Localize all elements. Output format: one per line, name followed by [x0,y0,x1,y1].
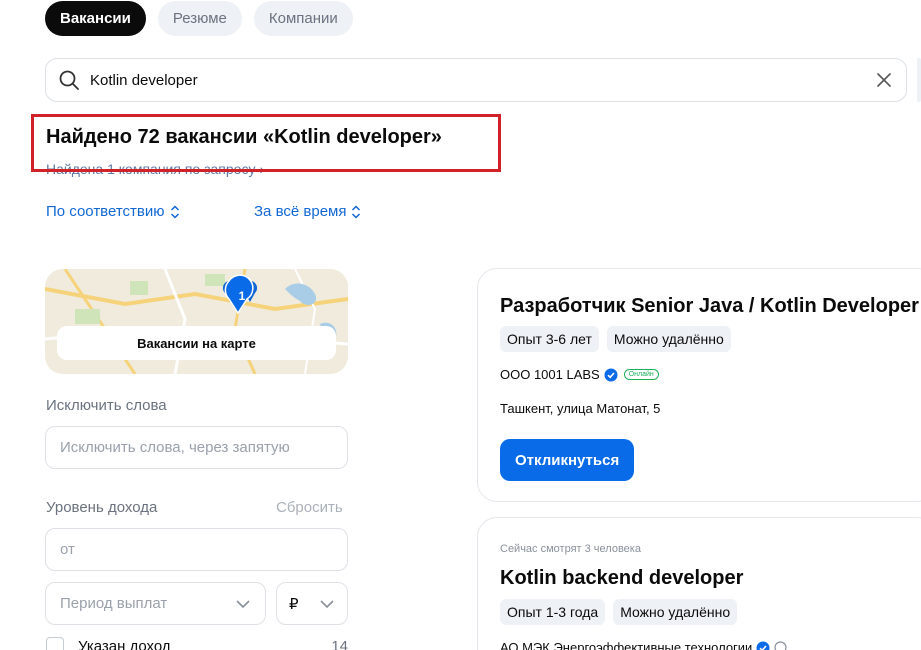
verified-badge-icon [756,641,770,650]
income-specified-filter[interactable]: Указан доход 14 [46,637,348,650]
award-icon [774,641,787,650]
currency-select[interactable]: ₽ [276,582,348,625]
exclude-words-input[interactable] [60,439,333,456]
sort-relevance-label: По соответствию [46,203,165,220]
online-badge: Онлайн [623,369,659,380]
remote-chip: Можно удалённо [606,326,731,352]
chevron-down-icon [320,599,334,608]
vacancy-card[interactable]: Разработчик Senior Java / Kotlin Develop… [477,268,921,502]
vacancy-title[interactable]: Kotlin backend developer [500,567,743,590]
verified-badge-icon [604,368,618,381]
payment-period-select[interactable]: Период выплат [45,582,266,625]
reset-income-link[interactable]: Сбросить [276,499,343,516]
income-specified-count: 14 [331,637,348,650]
annotation-highlight-box [31,114,501,172]
employer-name[interactable]: АО МЭК Энергоэффективные технологии [500,640,752,650]
exclude-words-label: Исключить слова [46,397,167,414]
sort-relevance-dropdown[interactable]: По соответствию [46,203,180,220]
apply-button[interactable]: Откликнуться [500,439,635,481]
tab-vacancies[interactable]: Вакансии [45,1,146,36]
sort-period-dropdown[interactable]: За всё время [254,203,361,220]
map-button[interactable]: Вакансии на карте [57,326,336,360]
employer-name[interactable]: ООО 1001 LABS [500,367,600,382]
vacancy-title[interactable]: Разработчик Senior Java / Kotlin Develop… [500,295,919,318]
income-from-field [45,528,348,571]
close-icon[interactable] [874,70,894,90]
income-from-input[interactable] [60,541,333,558]
sort-period-label: За всё время [254,203,347,220]
exclude-words-field [45,426,348,469]
search-input[interactable] [90,71,874,89]
scrollbar [917,58,921,102]
tab-resumes[interactable]: Резюме [157,1,242,36]
search-bar [45,58,907,102]
employer-row: АО МЭК Энергоэффективные технологии [500,640,787,650]
sort-toggle-icon [170,204,179,219]
income-specified-checkbox[interactable] [46,637,64,650]
payment-period-placeholder: Период выплат [60,595,168,612]
viewers-count: Сейчас смотрят 3 человека [500,543,641,555]
search-type-tabs: Вакансии Резюме Компании [45,1,353,36]
tab-companies[interactable]: Компании [253,1,353,36]
chevron-down-icon [236,599,250,608]
employer-row: ООО 1001 LABS Онлайн [500,367,659,382]
search-icon [59,70,79,90]
vacancy-address: Ташкент, улица Матонат, 5 [500,401,661,416]
vacancy-card[interactable]: Сейчас смотрят 3 человека Kotlin backend… [477,517,921,650]
sort-toggle-icon [352,204,361,219]
vacancy-tags: Опыт 3-6 лет Можно удалённо [500,326,731,352]
vacancies-map-card[interactable]: 1 Вакансии на карте [45,269,348,374]
income-label: Уровень дохода [46,499,158,516]
experience-chip: Опыт 3-6 лет [500,326,599,352]
vacancy-tags: Опыт 1-3 года Можно удалённо [500,599,738,625]
experience-chip: Опыт 1-3 года [500,599,606,625]
remote-chip: Можно удалённо [613,599,738,625]
currency-value: ₽ [289,595,299,613]
map-pin-count: 1 [238,289,246,303]
income-specified-label: Указан доход [78,637,171,650]
